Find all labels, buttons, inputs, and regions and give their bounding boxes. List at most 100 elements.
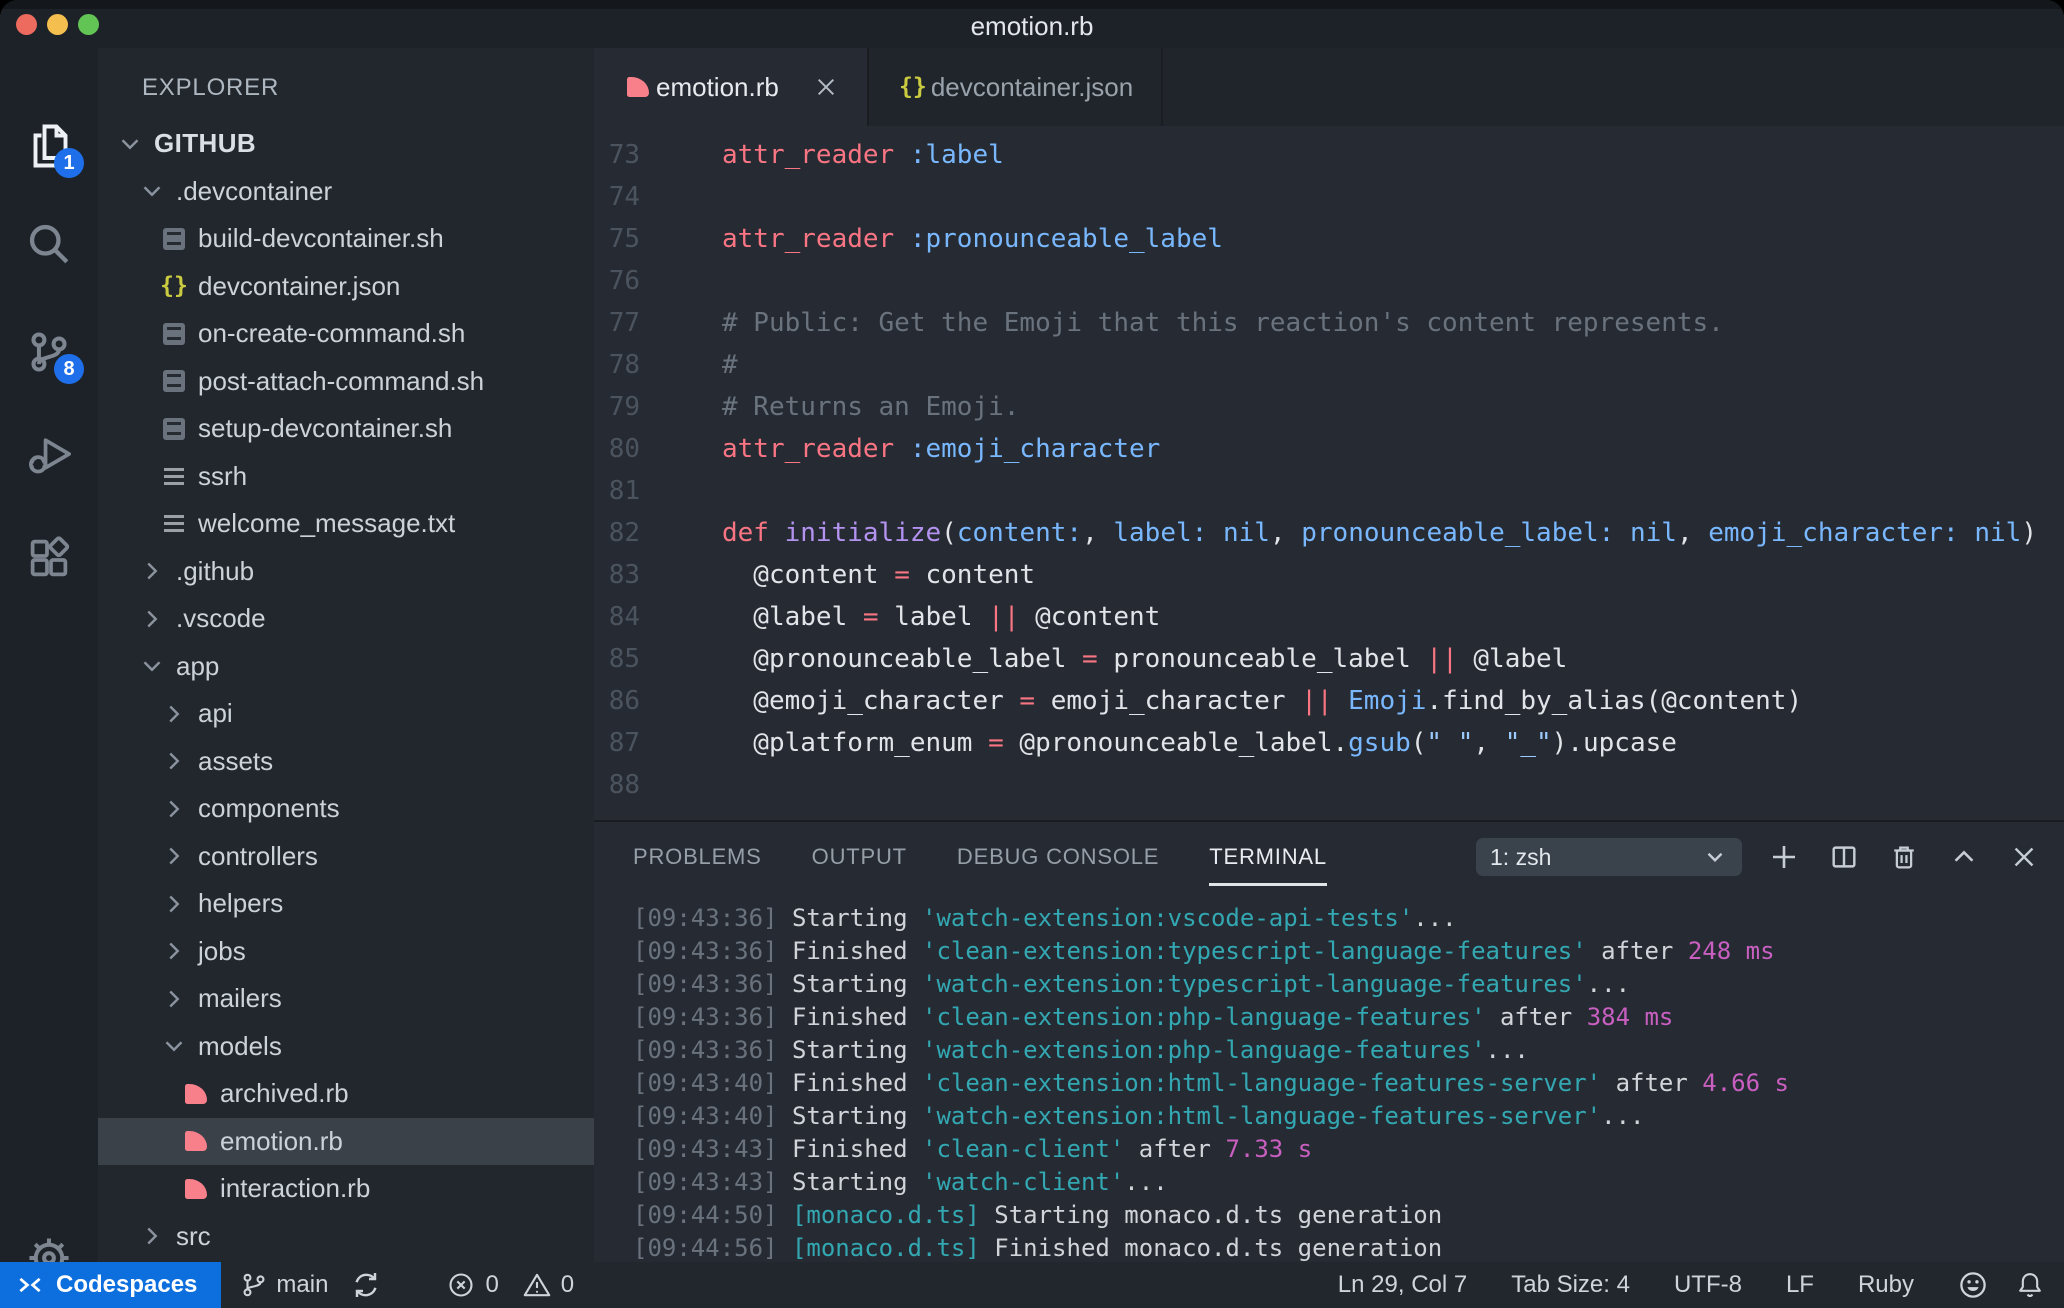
terminal-output[interactable]: [09:43:36] Starting 'watch-extension:vsc…	[594, 892, 2064, 1265]
tree-item-api[interactable]: api	[98, 690, 594, 738]
tree-item-helpers[interactable]: helpers	[98, 880, 594, 928]
feedback-smiley-icon[interactable]	[1958, 1270, 1988, 1300]
tree-item-archived-rb[interactable]: archived.rb	[98, 1070, 594, 1118]
search-icon[interactable]	[0, 196, 98, 292]
close-panel-button[interactable]	[2006, 839, 2042, 875]
explorer-icon[interactable]: 1	[0, 98, 98, 194]
code-line: 78 #	[594, 344, 2064, 386]
chevron-right-icon	[158, 987, 190, 1011]
line-number: 77	[608, 308, 640, 338]
tree-item-devcontainer-json[interactable]: {} devcontainer.json	[98, 263, 594, 311]
tree-item-app[interactable]: app	[98, 643, 594, 691]
tree-item-jobs[interactable]: jobs	[98, 928, 594, 976]
terminal-line: [09:43:43] Finished 'clean-client' after…	[633, 1135, 1313, 1163]
explorer-header: EXPLORER	[142, 74, 280, 101]
tree-item-components[interactable]: components	[98, 785, 594, 833]
warning-icon	[523, 1271, 551, 1299]
chevron-right-icon	[158, 797, 190, 821]
tree-item-welcome-message-txt[interactable]: welcome_message.txt	[98, 500, 594, 548]
notifications-bell-icon[interactable]	[2016, 1271, 2044, 1299]
source-control-icon[interactable]: 8	[0, 304, 98, 400]
chevron-right-icon	[136, 1224, 168, 1248]
extensions-icon[interactable]	[0, 510, 98, 606]
tree-item-github[interactable]: .github	[98, 548, 594, 596]
tree-item-vscode[interactable]: .vscode	[98, 595, 594, 643]
tree-item-devcontainer[interactable]: .devcontainer	[98, 168, 594, 216]
json-file-icon: {}	[898, 73, 927, 100]
tree-item-label: build-devcontainer.sh	[198, 223, 444, 254]
tree-item-setup-devcontainer-sh[interactable]: setup-devcontainer.sh	[98, 405, 594, 453]
terminal-select[interactable]: 1: zsh	[1476, 838, 1742, 876]
new-terminal-button[interactable]	[1766, 839, 1802, 875]
panel-tab-output[interactable]: OUTPUT	[812, 844, 907, 870]
tree-item-label: models	[198, 1030, 282, 1061]
tree-item-label: .vscode	[176, 603, 266, 634]
panel-tab-debug-console[interactable]: DEBUG CONSOLE	[957, 844, 1159, 870]
tree-item-src[interactable]: src	[98, 1213, 594, 1261]
tree-item-post-attach-command-sh[interactable]: post-attach-command.sh	[98, 358, 594, 406]
chevron-down-icon	[158, 1034, 190, 1058]
cursor-position[interactable]: Ln 29, Col 7	[1338, 1271, 1467, 1299]
tree-item-build-devcontainer-sh[interactable]: build-devcontainer.sh	[98, 215, 594, 263]
tree-item-assets[interactable]: assets	[98, 738, 594, 786]
panel-actions: 1: zsh	[1476, 838, 2064, 876]
codespaces-remote-indicator[interactable]: Codespaces	[0, 1262, 222, 1308]
chevron-right-icon	[136, 607, 168, 631]
panel-tab-terminal[interactable]: TERMINAL	[1209, 844, 1327, 886]
panel-header: PROBLEMS OUTPUT DEBUG CONSOLE TERMINAL 1…	[594, 822, 2064, 892]
shell-file-icon	[163, 370, 185, 393]
run-and-debug-icon[interactable]	[0, 406, 98, 502]
tree-item-mailers[interactable]: mailers	[98, 975, 594, 1023]
encoding[interactable]: UTF-8	[1674, 1271, 1742, 1299]
line-number: 85	[608, 644, 640, 674]
explorer-sidebar: EXPLORER GITHUB .devcontainer build-devc…	[98, 48, 594, 1262]
tree-item-controllers[interactable]: controllers	[98, 833, 594, 881]
chevron-down-icon	[136, 179, 168, 203]
code-line: 79 # Returns an Emoji.	[594, 386, 2064, 428]
bottom-panel: PROBLEMS OUTPUT DEBUG CONSOLE TERMINAL 1…	[594, 820, 2064, 1262]
panel-tabs: PROBLEMS OUTPUT DEBUG CONSOLE TERMINAL	[633, 844, 1377, 886]
tree-root-github[interactable]: GITHUB	[98, 120, 594, 168]
sync-icon[interactable]	[351, 1270, 381, 1300]
editor-tab-bar: emotion.rb {} devcontainer.json	[594, 48, 2064, 126]
code-editor[interactable]: 73 attr_reader :label 74 75 attr_reader :p…	[594, 126, 2064, 828]
tree-item-label: mailers	[198, 983, 282, 1014]
ruby-file-icon	[185, 1131, 207, 1152]
tree-item-label: src	[176, 1220, 211, 1251]
tree-item-on-create-command-sh[interactable]: on-create-command.sh	[98, 310, 594, 358]
shell-file-icon	[163, 227, 185, 250]
tree-item-label: setup-devcontainer.sh	[198, 413, 453, 444]
code-line: 81	[594, 470, 2064, 512]
error-count: 0	[485, 1271, 499, 1298]
editor-tab-emotion-rb[interactable]: emotion.rb	[594, 48, 869, 126]
panel-tab-problems[interactable]: PROBLEMS	[633, 844, 762, 870]
language-mode[interactable]: Ruby	[1858, 1271, 1914, 1299]
tree-item-label: welcome_message.txt	[198, 508, 456, 539]
maximize-panel-button[interactable]	[1946, 839, 1982, 875]
tree-item-models[interactable]: models	[98, 1023, 594, 1071]
split-terminal-button[interactable]	[1826, 839, 1862, 875]
tab-size[interactable]: Tab Size: 4	[1511, 1271, 1630, 1299]
close-tab-icon[interactable]	[813, 74, 839, 100]
tree-item-interaction-rb[interactable]: interaction.rb	[98, 1165, 594, 1213]
tree-item-label: ssrh	[198, 460, 248, 491]
chevron-right-icon	[158, 892, 190, 916]
line-number: 88	[608, 770, 640, 800]
code-line: 77 # Public: Get the Emoji that this reac…	[594, 302, 2064, 344]
tree-item-ssrh[interactable]: ssrh	[98, 453, 594, 501]
text-file-icon	[164, 467, 184, 485]
tree-item-label: app	[176, 650, 220, 681]
branch-name: main	[276, 1271, 329, 1298]
line-number: 74	[608, 182, 640, 212]
git-branch-indicator[interactable]: main	[241, 1270, 381, 1300]
explorer-badge: 1	[54, 148, 84, 178]
line-number: 87	[608, 728, 640, 758]
terminal-line: [09:43:36] Finished 'clean-extension:php…	[633, 1003, 1674, 1031]
error-icon	[447, 1271, 475, 1299]
chevron-right-icon	[158, 844, 190, 868]
editor-tab-devcontainer-json[interactable]: {} devcontainer.json	[869, 48, 1164, 126]
eol-sequence[interactable]: LF	[1786, 1271, 1814, 1299]
tree-item-emotion-rb[interactable]: emotion.rb	[98, 1117, 594, 1165]
kill-terminal-trash-button[interactable]	[1886, 839, 1922, 875]
problems-indicator[interactable]: 0 0	[447, 1271, 574, 1299]
